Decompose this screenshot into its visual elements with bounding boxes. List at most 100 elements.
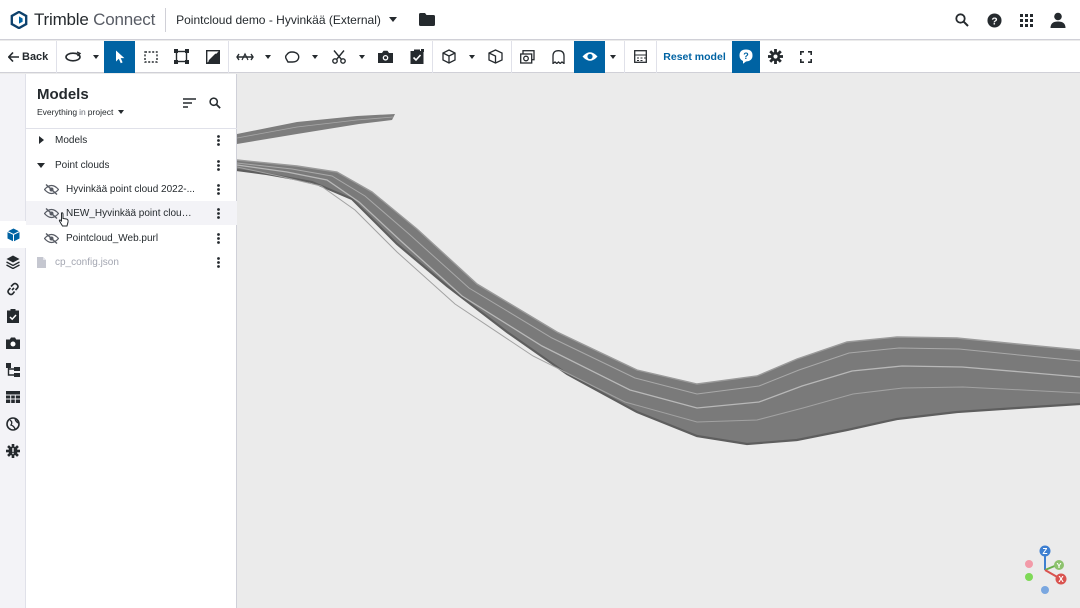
tree-item-file[interactable]: cp_config.json — [26, 250, 237, 274]
rail-models[interactable] — [0, 221, 26, 248]
scope-in: in — [79, 107, 86, 117]
rail-views[interactable] — [0, 329, 26, 356]
xray-icon — [520, 49, 535, 64]
hint-bubble-icon: ? — [739, 49, 753, 64]
fit-to-view-button[interactable] — [166, 41, 197, 73]
svg-text:?: ? — [743, 51, 749, 61]
header-actions: ? — [946, 0, 1080, 40]
more-vertical-icon[interactable] — [211, 158, 225, 172]
area-select-button[interactable] — [135, 41, 166, 73]
project-selector[interactable]: Pointcloud demo - Hyvinkää (External) — [176, 13, 397, 27]
svg-text:?: ? — [991, 16, 997, 27]
eye-icon — [582, 52, 598, 61]
panel-search-button[interactable] — [202, 94, 228, 112]
visibility-dropdown[interactable] — [605, 41, 621, 73]
visibility-button[interactable] — [574, 40, 606, 73]
project-name: Pointcloud demo - Hyvinkää (External) — [176, 12, 381, 27]
layers-icon — [6, 255, 20, 269]
reset-model-button[interactable]: Reset model — [657, 41, 731, 73]
brand[interactable]: Trimble Connect — [0, 0, 155, 40]
scope-filter[interactable]: Everything in project — [37, 107, 125, 117]
rail-links[interactable] — [0, 275, 26, 302]
markup-tool-button[interactable] — [276, 41, 307, 73]
xray-button[interactable] — [512, 41, 543, 73]
more-vertical-icon[interactable] — [211, 182, 225, 196]
section-box-button[interactable] — [480, 41, 511, 73]
sort-button[interactable] — [176, 94, 202, 112]
eye-off-icon[interactable] — [44, 183, 59, 195]
search-icon — [209, 97, 221, 109]
back-label: Back — [22, 50, 49, 63]
3d-viewport[interactable]: Z Y X — [237, 74, 1080, 608]
caret-down-icon — [610, 54, 617, 59]
more-vertical-icon[interactable] — [211, 133, 225, 147]
road-model — [237, 114, 1080, 446]
fullscreen-button[interactable] — [791, 41, 822, 73]
eye-off-icon[interactable] — [44, 207, 59, 219]
help-icon[interactable]: ? — [978, 0, 1010, 40]
ghost-icon — [552, 49, 565, 64]
tree-item-label: cp_config.json — [55, 256, 119, 268]
rail-hierarchy[interactable] — [0, 356, 26, 383]
rail-data-table[interactable] — [0, 383, 26, 410]
folder-icon[interactable] — [418, 13, 435, 26]
caret-down-icon — [388, 17, 397, 22]
caret-down-icon — [469, 54, 476, 59]
3d-view-button[interactable] — [433, 41, 464, 73]
tree-item-pointcloud[interactable]: Pointcloud_Web.purl — [26, 226, 237, 250]
side-navigation-rail — [0, 74, 26, 608]
more-vertical-icon[interactable] — [211, 255, 225, 269]
file-icon — [37, 256, 46, 268]
user-icon[interactable] — [1042, 0, 1074, 40]
axis-y-label: Y — [1056, 561, 1061, 570]
viewer-toolbar: Back Reset model ? — [0, 40, 1080, 73]
caret-down-icon — [359, 54, 366, 59]
search-icon[interactable] — [946, 0, 978, 40]
add-todo-button[interactable] — [401, 41, 432, 73]
more-vertical-icon[interactable] — [211, 206, 225, 220]
select-tool-button[interactable] — [104, 40, 136, 73]
markup-dropdown[interactable] — [307, 41, 323, 73]
help-hint-button[interactable]: ? — [731, 40, 760, 73]
snapshot-button[interactable] — [370, 41, 401, 73]
tree-item-label: Hyvinkää point cloud 2022-... — [66, 183, 195, 195]
ortho-view-button[interactable] — [197, 41, 228, 73]
rail-layers[interactable] — [0, 248, 26, 275]
apps-grid-icon[interactable] — [1010, 0, 1042, 40]
axis-gizmo[interactable]: Z Y X — [1021, 544, 1073, 596]
tree-item-label: Pointcloud_Web.purl — [66, 232, 159, 244]
clip-tool-button[interactable] — [323, 41, 354, 73]
eye-off-icon[interactable] — [44, 232, 59, 244]
axis-neg-x-icon — [1025, 560, 1033, 568]
rail-global[interactable] — [0, 410, 26, 437]
ghost-mode-button[interactable] — [543, 41, 574, 73]
more-vertical-icon[interactable] — [211, 231, 225, 245]
axis-z-label: Z — [1043, 547, 1048, 556]
measure-tool-button[interactable] — [229, 41, 260, 73]
orbit-tool-button[interactable] — [57, 41, 88, 73]
minimap-button[interactable] — [625, 41, 656, 73]
caret-down-icon — [265, 54, 272, 59]
measure-icon — [235, 52, 254, 60]
clip-dropdown[interactable] — [354, 41, 370, 73]
view-dropdown[interactable] — [464, 41, 480, 73]
rail-todos[interactable] — [0, 302, 26, 329]
top-header: Trimble Connect Pointcloud demo - Hyvink… — [0, 0, 1080, 40]
trimble-logo-icon — [10, 10, 28, 29]
settings-button[interactable] — [760, 41, 791, 73]
axis-neg-y-icon — [1025, 573, 1033, 581]
caret-down-icon — [312, 54, 319, 59]
header-divider — [165, 7, 167, 32]
caret-down-icon — [118, 110, 125, 114]
extensions-icon — [6, 443, 20, 458]
fullscreen-icon — [800, 50, 813, 63]
measure-dropdown[interactable] — [260, 41, 276, 73]
orbit-dropdown[interactable] — [88, 41, 104, 73]
tree-item-pointclouds-folder[interactable]: Point clouds — [26, 153, 237, 177]
tree-item-label: Models — [55, 134, 88, 146]
rail-extensions[interactable] — [0, 437, 26, 464]
tree-item-pointcloud[interactable]: Hyvinkää point cloud 2022-... — [26, 177, 237, 201]
back-button[interactable]: Back — [0, 41, 56, 73]
orbit-icon — [64, 50, 81, 62]
tree-item-models-folder[interactable]: Models — [26, 128, 237, 152]
